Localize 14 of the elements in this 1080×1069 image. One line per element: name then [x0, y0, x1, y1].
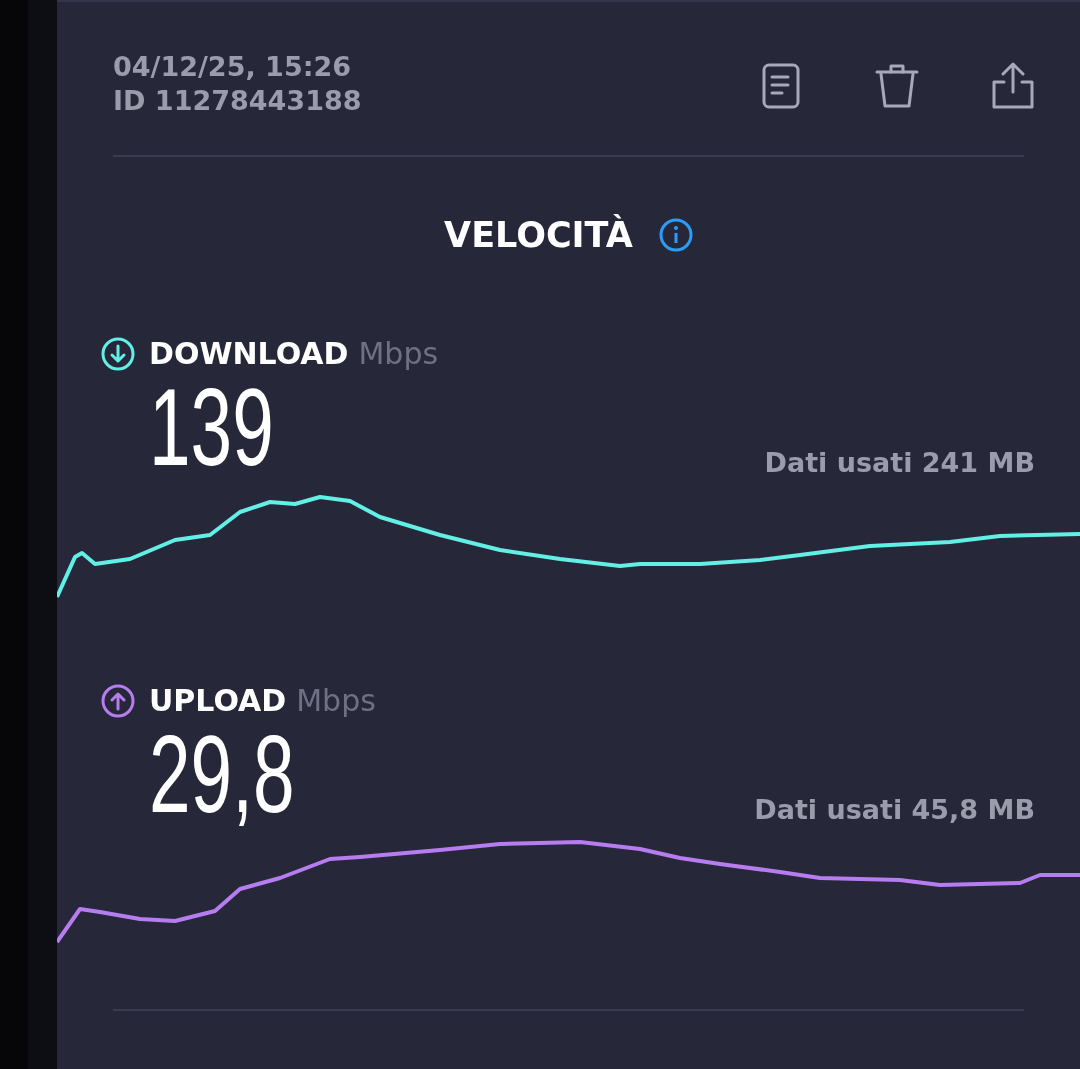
test-date: 04/12/25, 15:26: [113, 50, 353, 84]
section-title: VELOCITÀ: [444, 215, 633, 255]
data-used: Dati usati 45,8 MB: [754, 794, 1035, 825]
share-icon[interactable]: [990, 62, 1036, 110]
unit-label: Mbps: [358, 336, 439, 371]
speed-value: 29,8: [149, 724, 295, 824]
trash-icon[interactable]: [874, 62, 920, 110]
unit-label: Mbps: [296, 683, 376, 718]
metric-label: UPLOAD: [149, 683, 287, 718]
speed-value: 139: [149, 377, 274, 477]
info-icon[interactable]: [658, 218, 693, 252]
test-id: ID 11278443188: [113, 84, 362, 118]
data-used: Dati usati 241 MB: [764, 447, 1035, 478]
metric-label: DOWNLOAD: [149, 336, 349, 371]
